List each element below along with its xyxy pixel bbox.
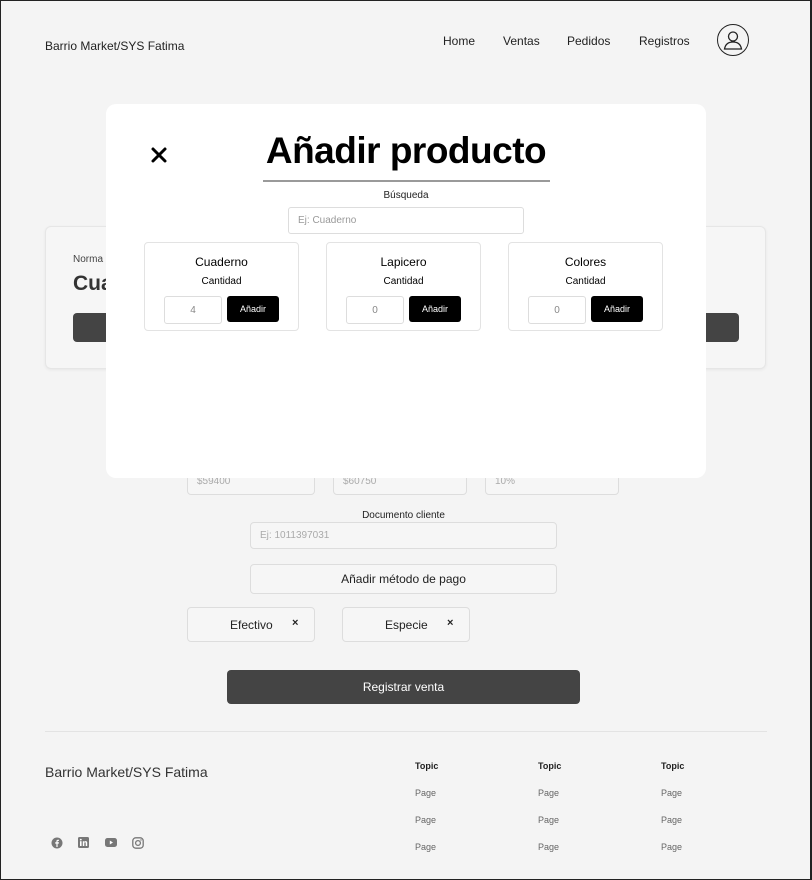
payment-chip-efectivo: Efectivo × <box>187 607 315 642</box>
footer-topic: Topic <box>538 761 562 771</box>
add-payment-button[interactable]: Añadir método de pago <box>250 564 557 594</box>
add-button[interactable]: Añadir <box>409 296 461 322</box>
footer-topic: Topic <box>415 761 439 771</box>
product-name: Cuaderno <box>195 255 248 269</box>
close-icon[interactable]: × <box>292 617 298 629</box>
nav-pedidos[interactable]: Pedidos <box>567 34 610 48</box>
quantity-label: Cantidad <box>383 276 424 287</box>
product-name: Colores <box>564 255 607 269</box>
quantity-input[interactable]: 0 <box>346 296 404 324</box>
search-label: Búsqueda <box>383 190 429 201</box>
social-links <box>50 836 144 849</box>
footer-link[interactable]: Page <box>538 842 561 869</box>
payment-chip-especie: Especie × <box>342 607 470 642</box>
payment-chip-label: Especie <box>385 618 428 632</box>
footer-link[interactable]: Page <box>661 815 684 842</box>
footer-brand: Barrio Market/SYS Fatima <box>45 764 208 780</box>
footer-column-3: Topic Page Page Page <box>661 761 684 869</box>
sale-card-label: Norma <box>73 254 104 265</box>
brand-name: Barrio Market/SYS Fatima <box>45 39 185 53</box>
footer-link[interactable]: Page <box>415 788 438 815</box>
footer-link[interactable]: Page <box>661 842 684 869</box>
product-card-cuaderno: Cuaderno Cantidad 4 Añadir <box>144 242 299 331</box>
search-input[interactable]: Ej: Cuaderno <box>288 207 524 234</box>
modal-title: Añadir producto <box>265 130 547 171</box>
footer-link[interactable]: Page <box>661 788 684 815</box>
product-card-lapicero: Lapicero Cantidad 0 Añadir <box>326 242 481 331</box>
title-underline <box>263 180 550 182</box>
add-button[interactable]: Añadir <box>227 296 279 322</box>
nav-ventas[interactable]: Ventas <box>503 34 540 48</box>
footer-topic: Topic <box>661 761 685 771</box>
quantity-input[interactable]: 0 <box>528 296 586 324</box>
user-icon <box>723 31 743 50</box>
footer-column-1: Topic Page Page Page <box>415 761 438 869</box>
add-product-modal: Añadir producto Búsqueda Ej: Cuaderno Cu… <box>106 104 706 478</box>
footer-link[interactable]: Page <box>538 815 561 842</box>
nav-home[interactable]: Home <box>443 34 475 48</box>
register-sale-button[interactable]: Registrar venta <box>227 670 580 704</box>
quantity-input[interactable]: 4 <box>164 296 222 324</box>
facebook-icon[interactable] <box>50 836 63 849</box>
linkedin-icon[interactable] <box>77 836 90 849</box>
footer-link[interactable]: Page <box>415 842 438 869</box>
instagram-icon[interactable] <box>131 836 144 849</box>
nav-registros[interactable]: Registros <box>639 34 690 48</box>
quantity-label: Cantidad <box>201 276 242 287</box>
close-icon[interactable]: × <box>447 617 453 629</box>
product-name: Lapicero <box>380 255 427 269</box>
document-label: Documento cliente <box>362 510 445 521</box>
footer-link[interactable]: Page <box>415 815 438 842</box>
footer-column-2: Topic Page Page Page <box>538 761 561 869</box>
footer-divider <box>45 731 767 732</box>
youtube-icon[interactable] <box>104 836 117 849</box>
add-button[interactable]: Añadir <box>591 296 643 322</box>
product-card-colores: Colores Cantidad 0 Añadir <box>508 242 663 331</box>
document-input[interactable]: Ej: 1011397031 <box>250 522 557 549</box>
user-avatar[interactable] <box>717 24 749 56</box>
payment-chip-label: Efectivo <box>230 618 273 632</box>
footer-link[interactable]: Page <box>538 788 561 815</box>
quantity-label: Cantidad <box>565 276 606 287</box>
